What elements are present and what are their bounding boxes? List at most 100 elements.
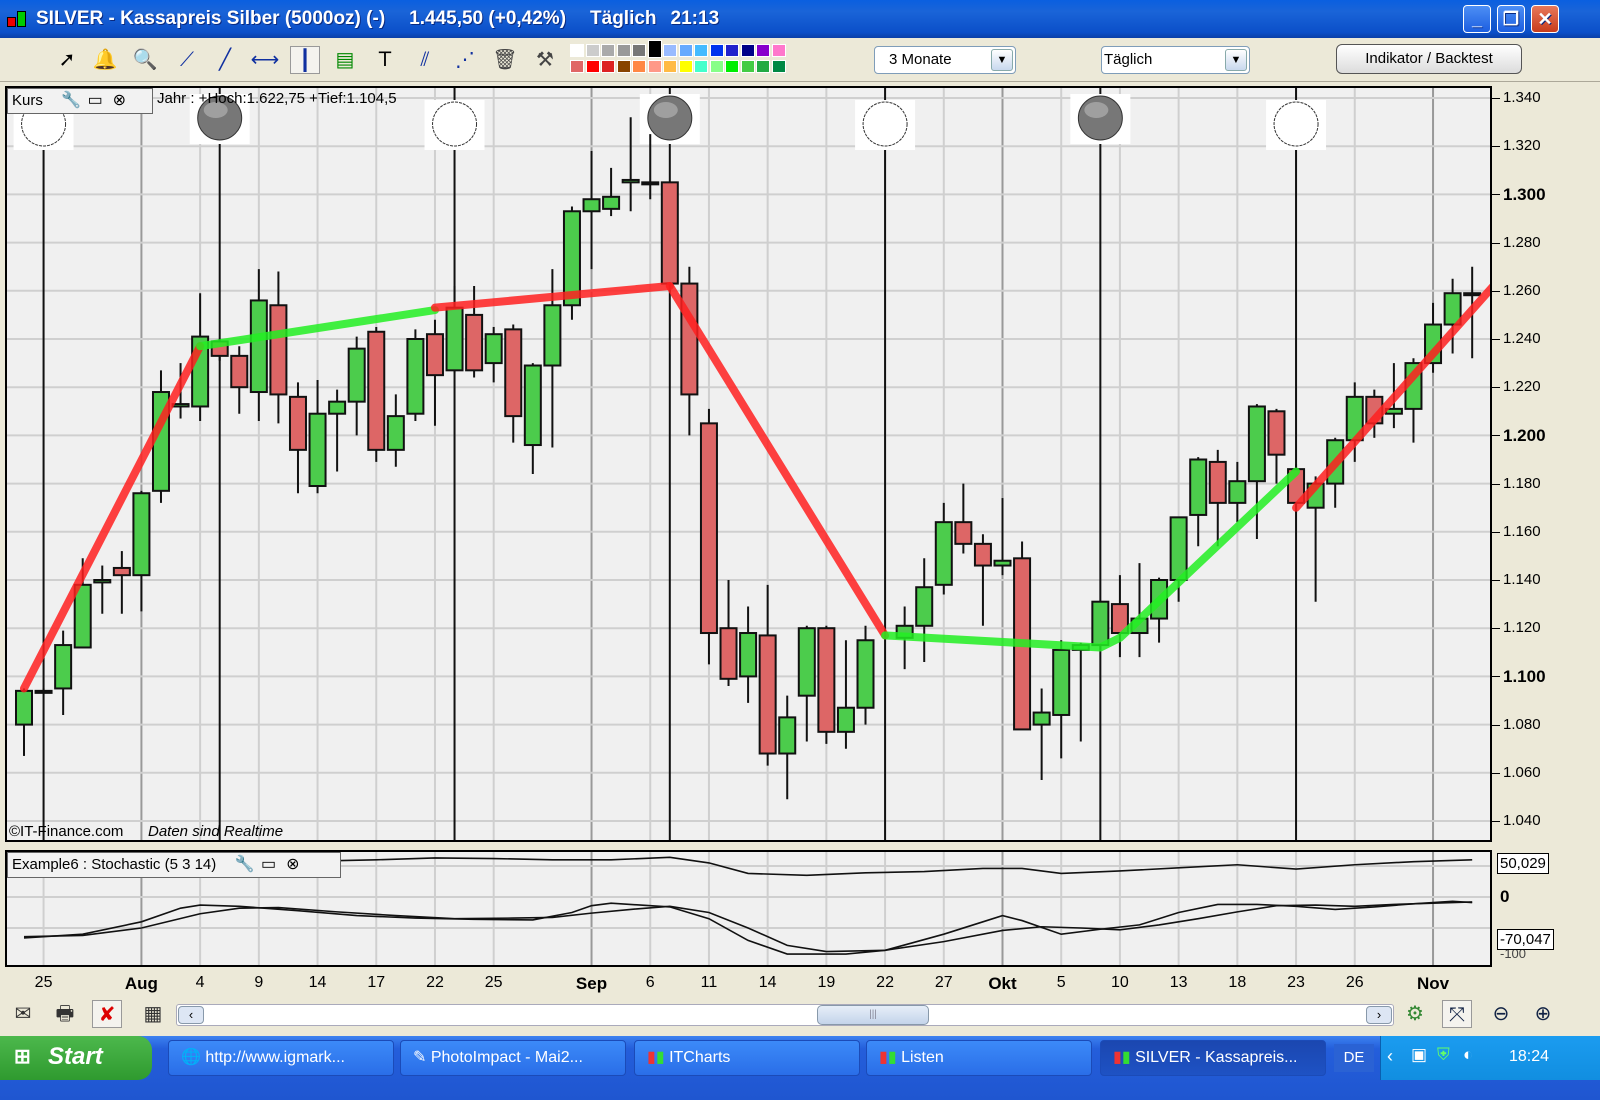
color-swatch[interactable]	[694, 60, 708, 73]
text-icon[interactable]: Ｔ	[370, 46, 400, 74]
wrench-icon[interactable]: 🔧	[61, 91, 81, 111]
candle-up	[915, 586, 934, 627]
language-indicator[interactable]: DE	[1334, 1044, 1374, 1072]
date-tick-label: 25	[34, 974, 53, 991]
tray-expand-icon[interactable]: ‹	[1387, 1046, 1393, 1067]
tray-security-icon[interactable]: ⛨	[1437, 1045, 1450, 1065]
pointer-icon[interactable]: ➚	[52, 46, 82, 74]
stochastic-panel[interactable]: Example6 : Stochastic (5 3 14) 🔧 ▭ ⊗	[5, 850, 1492, 967]
indicator-chart-icon[interactable]: ▤	[330, 46, 360, 74]
zoom-in-icon[interactable]: ⊕	[1528, 1000, 1558, 1028]
scroll-left-button[interactable]: ‹	[178, 1006, 204, 1024]
trendline-icon[interactable]: ⟋	[172, 46, 202, 74]
indicator-backtest-button[interactable]: Indikator / Backtest	[1336, 44, 1522, 74]
date-tick-label: 25	[484, 974, 503, 991]
start-button[interactable]: ⊞ Start	[0, 1036, 152, 1080]
color-swatch[interactable]	[709, 44, 724, 57]
window-icon[interactable]: ▭	[259, 855, 279, 875]
color-swatch[interactable]	[616, 44, 631, 57]
color-swatch[interactable]	[647, 40, 662, 58]
color-swatch[interactable]	[740, 60, 755, 73]
scroll-thumb[interactable]: |||	[817, 1005, 929, 1025]
task-photoimpact[interactable]: ✎ PhotoImpact - Mai2...	[400, 1040, 626, 1076]
tray-network-icon[interactable]: ▣	[1411, 1045, 1427, 1065]
frequency-select[interactable]: Täglich ▼	[1101, 46, 1250, 74]
color-swatch[interactable]	[663, 60, 677, 73]
zoom-fit-icon[interactable]: ⤧	[1442, 1000, 1472, 1028]
zoom-in-icon[interactable]: 🔍	[130, 46, 160, 74]
color-swatch[interactable]	[740, 44, 755, 57]
color-swatch[interactable]	[694, 44, 708, 57]
color-swatch[interactable]	[647, 60, 662, 73]
line-icon[interactable]: ╱	[210, 46, 240, 74]
color-swatch[interactable]	[771, 44, 786, 57]
alarm-bell-icon[interactable]: 🔔	[90, 46, 120, 74]
chart-label-box: Kurs 🔧 ▭ ⊗	[7, 88, 153, 114]
document-icon[interactable]: ▦	[138, 1000, 168, 1028]
vertical-line-icon[interactable]: ┃	[290, 46, 320, 74]
settings-tools-icon[interactable]: ⚒	[530, 46, 560, 74]
price-tick-mark	[1492, 724, 1500, 726]
task-silver[interactable]: ▮▮ SILVER - Kassapreis...	[1100, 1040, 1326, 1076]
candlestick-plot[interactable]	[7, 88, 1490, 840]
date-tick-label: 18	[1228, 974, 1247, 991]
color-swatch[interactable]	[616, 60, 631, 73]
date-tick-label: Nov	[1416, 974, 1450, 993]
delete-chart-icon[interactable]: ✘	[92, 1000, 122, 1028]
wrench-icon[interactable]: 🔧	[234, 855, 254, 875]
chevron-down-icon[interactable]: ▼	[991, 49, 1013, 71]
close-button[interactable]: ✕	[1531, 5, 1559, 33]
color-swatch[interactable]	[632, 60, 646, 73]
mail-icon[interactable]: ✉	[8, 1000, 38, 1028]
candle-down	[1267, 410, 1286, 456]
task-browser[interactable]: 🌐 http://www.igmark...	[168, 1040, 394, 1076]
candle-up	[934, 521, 953, 586]
scroll-right-button[interactable]: ›	[1366, 1006, 1392, 1024]
color-swatch[interactable]	[663, 44, 677, 57]
close-circle-icon[interactable]: ⊗	[109, 91, 129, 111]
trendline-red	[20, 342, 205, 693]
color-swatch[interactable]	[725, 44, 739, 57]
color-swatch[interactable]	[601, 60, 615, 73]
task-label: SILVER - Kassapreis...	[1135, 1049, 1298, 1066]
horizontal-scrollbar[interactable]: ‹ ||| ›	[176, 1004, 1394, 1026]
color-swatch[interactable]	[585, 44, 600, 57]
price-tick-label: 1.300	[1503, 185, 1546, 205]
color-swatch[interactable]	[756, 60, 770, 73]
chevron-down-icon[interactable]: ▼	[1225, 49, 1247, 71]
window-title: SILVER - Kassapreis Silber (5000oz) (-)	[36, 8, 386, 29]
color-swatch[interactable]	[632, 44, 646, 57]
parallel-lines-icon[interactable]: ⫽	[410, 46, 440, 74]
color-swatch[interactable]	[725, 60, 739, 73]
price-chart[interactable]: Kurs 🔧 ▭ ⊗ Jahr : +Hoch:1.622,75 +Tief:1…	[5, 86, 1492, 842]
restore-button[interactable]: ❐	[1497, 5, 1525, 33]
color-swatch[interactable]	[709, 60, 724, 73]
minimize-button[interactable]: _	[1463, 5, 1491, 33]
task-listen[interactable]: ▮▮ Listen	[866, 1040, 1092, 1076]
horizontal-line-icon[interactable]: ⟷	[250, 46, 280, 74]
color-swatch[interactable]	[756, 44, 770, 57]
date-tick-label: 19	[817, 974, 836, 991]
print-icon[interactable]: 🖶	[50, 1000, 80, 1028]
dotted-line-icon[interactable]: ⋰	[450, 46, 480, 74]
interval-readout: Täglich	[590, 8, 657, 29]
task-label: ITCharts	[669, 1049, 731, 1066]
candle-up	[15, 689, 33, 726]
color-swatch[interactable]	[678, 60, 693, 73]
zoom-out-icon[interactable]: ⊖	[1486, 1000, 1516, 1028]
window-icon[interactable]: ▭	[85, 91, 105, 111]
period-value: 3 Monate	[889, 51, 952, 68]
close-circle-icon[interactable]: ⊗	[283, 855, 303, 875]
settings-icon[interactable]: ⚙	[1400, 1000, 1430, 1028]
color-swatch[interactable]	[771, 60, 786, 73]
tray-update-icon[interactable]: ◐	[1463, 1045, 1473, 1065]
task-itcharts[interactable]: ▮▮ ITCharts	[634, 1040, 860, 1076]
color-swatch[interactable]	[585, 60, 600, 73]
color-swatch[interactable]	[678, 44, 693, 57]
candle-up	[54, 644, 73, 690]
color-swatch[interactable]	[570, 44, 584, 57]
period-select[interactable]: 3 Monate ▼	[874, 46, 1016, 74]
color-swatch[interactable]	[570, 60, 584, 73]
trash-icon[interactable]: 🗑	[490, 46, 520, 74]
color-swatch[interactable]	[601, 44, 615, 57]
